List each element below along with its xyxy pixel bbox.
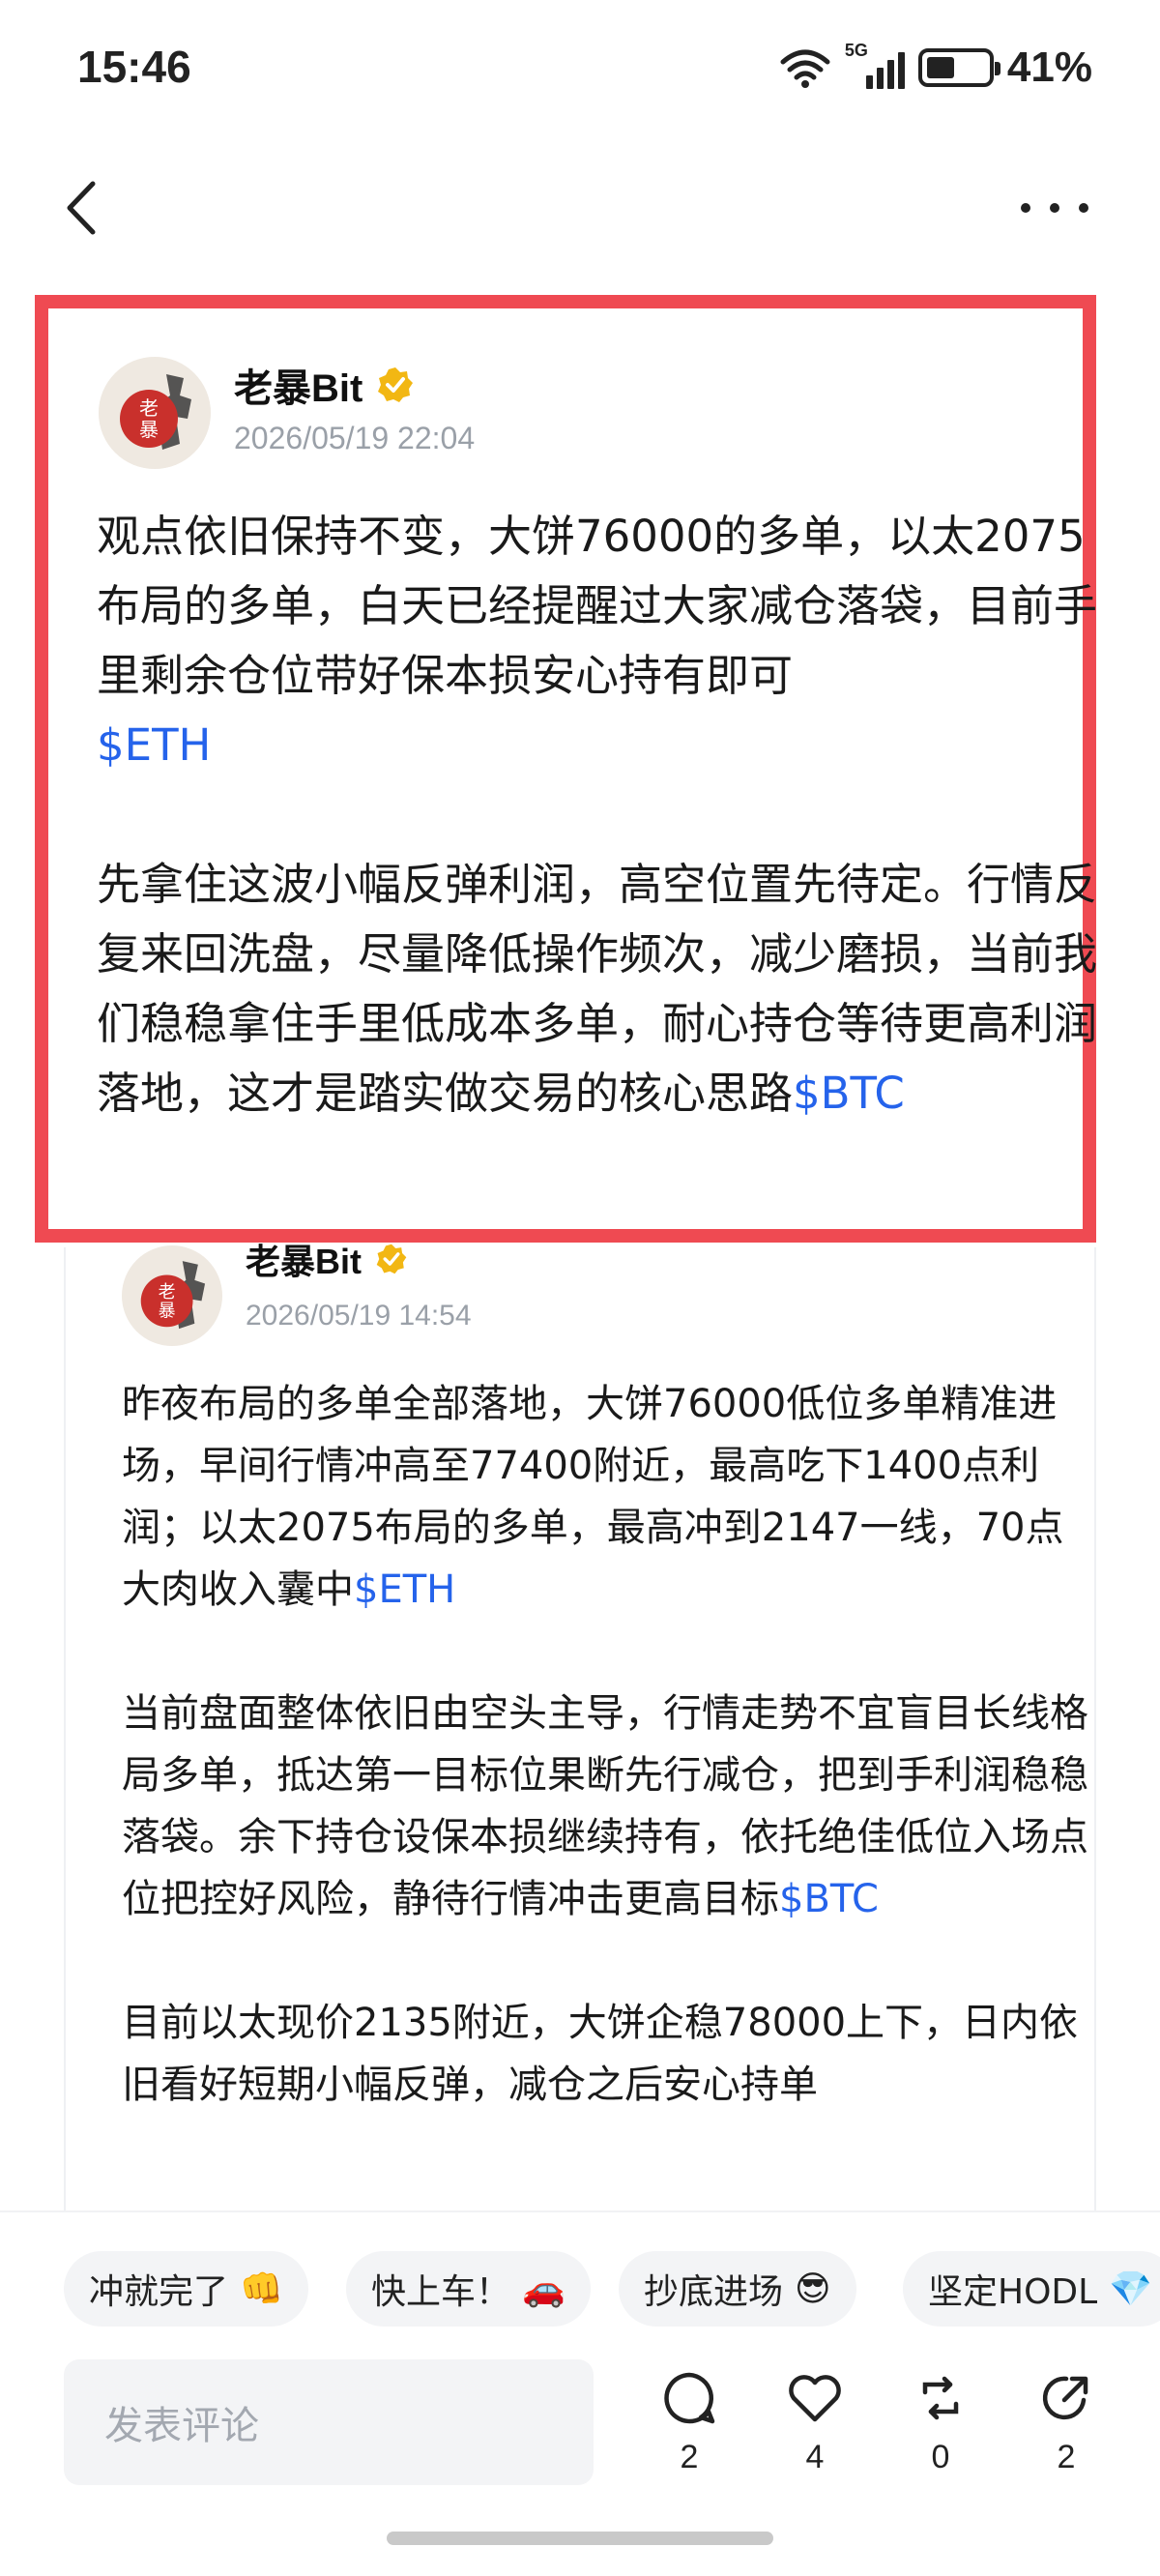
verified-badge-icon <box>376 1244 407 1274</box>
post-paragraph: 观点依旧保持不变，大饼76000的多单，以太2075布局的多单，白天已经提醒过大… <box>97 502 1102 780</box>
battery-icon <box>917 48 1000 87</box>
reaction-chip[interactable]: 冲就完了 👊 <box>64 2251 308 2327</box>
btc-tag-link[interactable]: $BTC <box>793 1068 905 1119</box>
quick-reactions: 冲就完了 👊 快上车！ 🚗 抄底进场 😎 坚定HODL 💎 <box>0 2210 1160 2356</box>
svg-text:暴: 暴 <box>139 418 159 441</box>
repost-icon <box>922 2376 959 2420</box>
reaction-label: 抄底进场 <box>644 2272 784 2312</box>
post-paragraph: 昨夜布局的多单全部落地，大饼76000低位多单精准进场，早间行情冲高至77400… <box>122 1373 1088 1621</box>
btc-tag-link[interactable]: $BTC <box>779 1877 879 1921</box>
svg-text:老: 老 <box>159 1282 176 1303</box>
reaction-label: 快上车！ <box>371 2272 511 2312</box>
reaction-chip[interactable]: 快上车！ 🚗 <box>346 2251 591 2327</box>
post-text: 观点依旧保持不变，大饼76000的多单，以太2075布局的多单，白天已经提醒过大… <box>97 511 1098 701</box>
status-time: 15:46 <box>77 42 191 92</box>
author-name-row: 老暴Bit <box>246 1234 408 1284</box>
cellular-signal-icon: 5G <box>845 41 905 89</box>
verified-badge-icon <box>378 367 414 402</box>
share-count: 2 <box>1057 2439 1076 2475</box>
sunglasses-emoji-icon: 😎 <box>795 2269 831 2309</box>
back-chevron-icon[interactable] <box>58 174 106 242</box>
comment-button[interactable]: 2 <box>646 2369 733 2476</box>
post-time: 2026/05/19 14:54 <box>246 1300 472 1332</box>
avatar[interactable]: 老 暴 <box>99 357 211 469</box>
author-name-row: 老暴Bit <box>234 357 415 413</box>
wifi-icon <box>780 49 830 88</box>
post-text: 昨夜布局的多单全部落地，大饼76000低位多单精准进场，早间行情冲高至77400… <box>122 1382 1064 1612</box>
comment-input[interactable]: 发表评论 <box>64 2359 594 2485</box>
fist-emoji-icon: 👊 <box>240 2269 283 2309</box>
post-content: 观点依旧保持不变，大饼76000的多单，以太2075布局的多单，白天已经提醒过大… <box>97 502 1102 1128</box>
post-paragraph: 目前以太现价2135附近，大饼企稳78000上下，日内依旧看好短期小幅反弹，减仓… <box>122 1992 1088 2116</box>
comment-count: 2 <box>680 2439 699 2475</box>
svg-text:暴: 暴 <box>159 1302 176 1322</box>
post-text: 先拿住这波小幅反弹利润，高空位置先待定。行情反复来回洗盘，尽量降低操作频次，减少… <box>97 859 1098 1119</box>
status-icons: 5G 41% <box>779 41 1092 95</box>
avatar[interactable]: 老 暴 <box>122 1245 222 1346</box>
author-name[interactable]: 老暴Bit <box>246 1234 362 1284</box>
like-button[interactable]: 4 <box>771 2369 858 2476</box>
reaction-chip[interactable]: 抄底进场 😎 <box>619 2251 856 2327</box>
car-emoji-icon: 🚗 <box>522 2269 566 2309</box>
more-options-icon[interactable] <box>1021 184 1088 232</box>
battery-percent: 41% <box>1006 44 1092 91</box>
post-content: 昨夜布局的多单全部落地，大饼76000低位多单精准进场，早间行情冲高至77400… <box>122 1373 1088 2116</box>
like-count: 4 <box>805 2439 825 2475</box>
author-name[interactable]: 老暴Bit <box>234 357 362 413</box>
home-indicator[interactable] <box>387 2532 773 2545</box>
post-paragraph: 当前盘面整体依旧由空头主导，行情走势不宜盲目长线格局多单，抵达第一目标位果断先行… <box>122 1683 1088 1930</box>
repost-count: 0 <box>931 2439 950 2475</box>
network-type: 5G <box>844 41 868 60</box>
post-paragraph: 先拿住这波小幅反弹利润，高空位置先待定。行情反复来回洗盘，尽量降低操作频次，减少… <box>97 850 1102 1128</box>
status-bar: 15:46 5G 41% <box>0 0 1160 135</box>
reaction-chip[interactable]: 坚定HODL 💎 <box>903 2251 1160 2327</box>
diamond-emoji-icon: 💎 <box>1109 2269 1153 2309</box>
share-icon <box>1042 2376 1088 2420</box>
svg-text:老: 老 <box>139 396 159 420</box>
earlier-post-card[interactable]: 老 暴 老暴Bit 2026/05/19 14:54 昨夜布局的多单全部落地，大… <box>64 1242 1096 2214</box>
post-text: 目前以太现价2135附近，大饼企稳78000上下，日内依旧看好短期小幅反弹，减仓… <box>122 2001 1079 2107</box>
share-button[interactable]: 2 <box>1023 2369 1110 2476</box>
post-text: 当前盘面整体依旧由空头主导，行情走势不宜盲目长线格局多单，抵达第一目标位果断先行… <box>122 1691 1088 1921</box>
eth-tag-link[interactable]: $ETH <box>354 1567 455 1612</box>
heart-icon <box>789 2375 841 2422</box>
highlighted-post: 老 暴 老暴Bit 2026/05/19 22:04 观点依旧保持不变，大饼76… <box>35 295 1097 1243</box>
reaction-label: 冲就完了 <box>89 2272 229 2312</box>
comment-bubble-icon <box>664 2372 715 2424</box>
eth-tag-link[interactable]: $ETH <box>97 719 211 771</box>
repost-button[interactable]: 0 <box>897 2369 984 2476</box>
post-time: 2026/05/19 22:04 <box>234 421 476 455</box>
reaction-label: 坚定HODL <box>928 2272 1098 2312</box>
